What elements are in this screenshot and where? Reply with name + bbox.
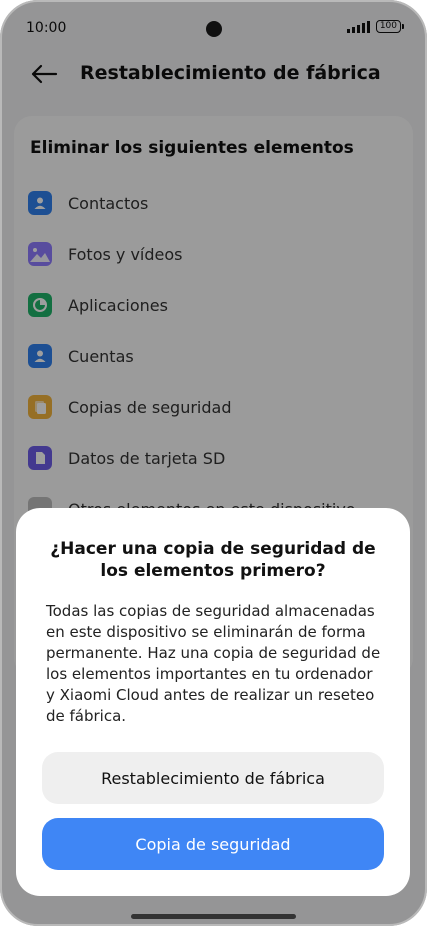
- home-indicator[interactable]: [131, 914, 296, 919]
- phone-screen: 10:00 100 Restablecimiento de fábrica El…: [0, 0, 427, 926]
- dialog-title: ¿Hacer una copia de seguridad de los ele…: [50, 539, 376, 581]
- backup-dialog: ¿Hacer una copia de seguridad de los ele…: [16, 508, 410, 896]
- dialog-message: Todas las copias de seguridad almacenada…: [46, 602, 381, 725]
- factory-reset-button[interactable]: Restablecimiento de fábrica: [42, 752, 384, 804]
- backup-button[interactable]: Copia de seguridad: [42, 818, 384, 870]
